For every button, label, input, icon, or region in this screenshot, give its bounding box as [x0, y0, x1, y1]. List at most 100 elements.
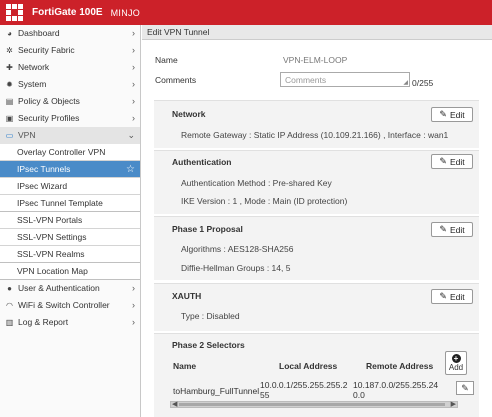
comments-counter: 0/255 [412, 78, 434, 88]
column-header-local-address[interactable]: Local Address [279, 361, 337, 371]
scroll-right-icon[interactable]: ▶ [451, 400, 456, 408]
network-section: Network ✎ Edit Remote Gateway : Static I… [154, 100, 479, 148]
scrollbar-thumb[interactable] [179, 403, 445, 406]
sidebar-item-label: Network [18, 62, 50, 72]
remote-address-line1: 10.187.0.0/255.255.24 [353, 380, 439, 390]
chevron-right-icon: › [132, 62, 135, 72]
column-header-name[interactable]: Name [173, 361, 196, 371]
fabric-icon: ✲ [6, 45, 13, 55]
sidebar-subitem-label: SSL-VPN Realms [17, 249, 85, 259]
xauth-type-text: Type : Disabled [181, 311, 240, 321]
sidebar-item-label: User & Authentication [18, 283, 100, 293]
dashboard-icon: ◕ [7, 28, 12, 38]
horizontal-scrollbar[interactable]: ◀ ▶ [170, 401, 458, 408]
page-title: Edit VPN Tunnel [142, 25, 492, 40]
top-bar: FortiGate 100E MINJO [0, 0, 492, 25]
selector-name: toHamburg_FullTunnel [173, 386, 260, 396]
sidebar-item-security-profiles[interactable]: ▣ Security Profiles › [0, 110, 140, 127]
sidebar-item-label: Security Profiles [18, 113, 80, 123]
sidebar-item-policy-objects[interactable]: ▤ Policy & Objects › [0, 93, 140, 110]
sidebar-item-vpn[interactable]: ▭ VPN ⌄ [0, 127, 140, 144]
sidebar-item-user-authentication[interactable]: ● User & Authentication › [0, 280, 140, 297]
phase1-section: Phase 1 Proposal ✎ Edit Algorithms : AES… [154, 216, 479, 280]
wifi-icon: ◠ [6, 300, 13, 310]
user-icon: ● [7, 283, 12, 293]
sidebar-item-label: Log & Report [18, 317, 69, 327]
edit-phase1-button[interactable]: ✎ Edit [431, 222, 473, 237]
scroll-left-icon[interactable]: ◀ [172, 400, 177, 408]
chevron-right-icon: › [132, 317, 135, 327]
edit-network-button[interactable]: ✎ Edit [431, 107, 473, 122]
sidebar-item-label: Dashboard [18, 28, 60, 38]
column-header-remote-address[interactable]: Remote Address [366, 361, 433, 371]
sidebar-subitem-label: IPsec Wizard [17, 181, 68, 191]
sidebar-item-network[interactable]: ✚ Network › [0, 59, 140, 76]
ike-version-text: IKE Version : 1 , Mode : Main (ID protec… [181, 196, 348, 206]
sidebar-subitem-ipsec-wizard[interactable]: IPsec Wizard [0, 178, 140, 195]
sidebar-item-security-fabric[interactable]: ✲ Security Fabric › [0, 42, 140, 59]
section-title: Phase 1 Proposal [172, 224, 243, 234]
chevron-down-icon: ⌄ [127, 129, 135, 140]
local-address-line1: 10.0.0.1/255.255.255.2 [260, 380, 348, 390]
sidebar-item-label: Policy & Objects [18, 96, 80, 106]
edit-authentication-button[interactable]: ✎ Edit [431, 154, 473, 169]
sidebar-subitem-ssl-vpn-realms[interactable]: SSL-VPN Realms [0, 246, 140, 263]
local-address-line2: 55 [260, 390, 270, 400]
section-title: Network [172, 109, 206, 119]
sidebar-item-label: System [18, 79, 47, 89]
pencil-icon: ✎ [439, 224, 447, 234]
pencil-icon: ✎ [439, 156, 447, 166]
comments-label: Comments [155, 75, 197, 85]
policy-icon: ▤ [5, 96, 14, 106]
edit-xauth-button[interactable]: ✎ Edit [431, 289, 473, 304]
chevron-right-icon: › [132, 28, 135, 38]
sidebar-item-wifi-switch-controller[interactable]: ◠ WiFi & Switch Controller › [0, 297, 140, 314]
sidebar-subitem-ssl-vpn-portals[interactable]: SSL-VPN Portals [0, 212, 140, 229]
chevron-right-icon: › [132, 79, 135, 89]
chevron-right-icon: › [132, 113, 135, 123]
auth-method-text: Authentication Method : Pre-shared Key [181, 178, 332, 188]
comments-placeholder: Comments [285, 74, 327, 85]
sidebar-subitem-ssl-vpn-settings[interactable]: SSL-VPN Settings [0, 229, 140, 246]
edit-label: Edit [449, 109, 465, 120]
add-selector-button[interactable]: + Add [445, 351, 467, 375]
plus-circle-icon: + [451, 354, 461, 363]
main-content: Edit VPN Tunnel Name VPN-ELM-LOOP Commen… [142, 25, 492, 417]
sidebar-subitem-label: IPsec Tunnels [17, 164, 71, 174]
sidebar-item-label: Security Fabric [18, 45, 75, 55]
fortinet-logo-icon[interactable] [2, 0, 26, 25]
chevron-right-icon: › [132, 45, 135, 55]
star-icon[interactable]: ☆ [126, 164, 135, 175]
sidebar-subitem-overlay-controller-vpn[interactable]: Overlay Controller VPN [0, 144, 140, 161]
sidebar: ◕ Dashboard › ✲ Security Fabric › ✚ Netw… [0, 25, 141, 417]
chevron-right-icon: › [132, 300, 135, 310]
sidebar-item-log-report[interactable]: ▥ Log & Report › [0, 314, 140, 331]
add-label: Add [448, 363, 464, 372]
pencil-icon: ✎ [439, 109, 447, 119]
sidebar-subitem-label: SSL-VPN Settings [17, 232, 87, 242]
hostname: MINJO [110, 7, 141, 18]
chevron-right-icon: › [132, 283, 135, 293]
name-value: VPN-ELM-LOOP [283, 55, 348, 65]
sidebar-subitem-ipsec-tunnels[interactable]: IPsec Tunnels ☆ [0, 161, 140, 178]
sidebar-item-dashboard[interactable]: ◕ Dashboard › [0, 25, 140, 42]
sidebar-subitem-vpn-location-map[interactable]: VPN Location Map [0, 263, 140, 280]
algorithms-text: Algorithms : AES128-SHA256 [181, 244, 294, 254]
section-title: Phase 2 Selectors [172, 340, 245, 350]
sidebar-subitem-label: IPsec Tunnel Template [17, 198, 103, 208]
name-label: Name [155, 55, 178, 65]
section-title: XAUTH [172, 291, 202, 301]
remote-address-line2: 0.0 [353, 390, 365, 400]
gear-icon: ✹ [6, 79, 13, 89]
edit-label: Edit [449, 156, 465, 167]
xauth-section: XAUTH ✎ Edit Type : Disabled [154, 283, 479, 331]
chart-icon: ▥ [5, 317, 14, 327]
section-title: Authentication [172, 157, 232, 167]
comments-field[interactable]: Comments ◢ [280, 72, 410, 87]
monitor-icon: ▭ [5, 130, 14, 140]
edit-label: Edit [449, 224, 465, 235]
edit-selector-button[interactable]: ✎ [456, 381, 474, 395]
sidebar-item-system[interactable]: ✹ System › [0, 76, 140, 93]
resize-handle-icon[interactable]: ◢ [403, 79, 408, 86]
sidebar-subitem-ipsec-tunnel-template[interactable]: IPsec Tunnel Template [0, 195, 140, 212]
